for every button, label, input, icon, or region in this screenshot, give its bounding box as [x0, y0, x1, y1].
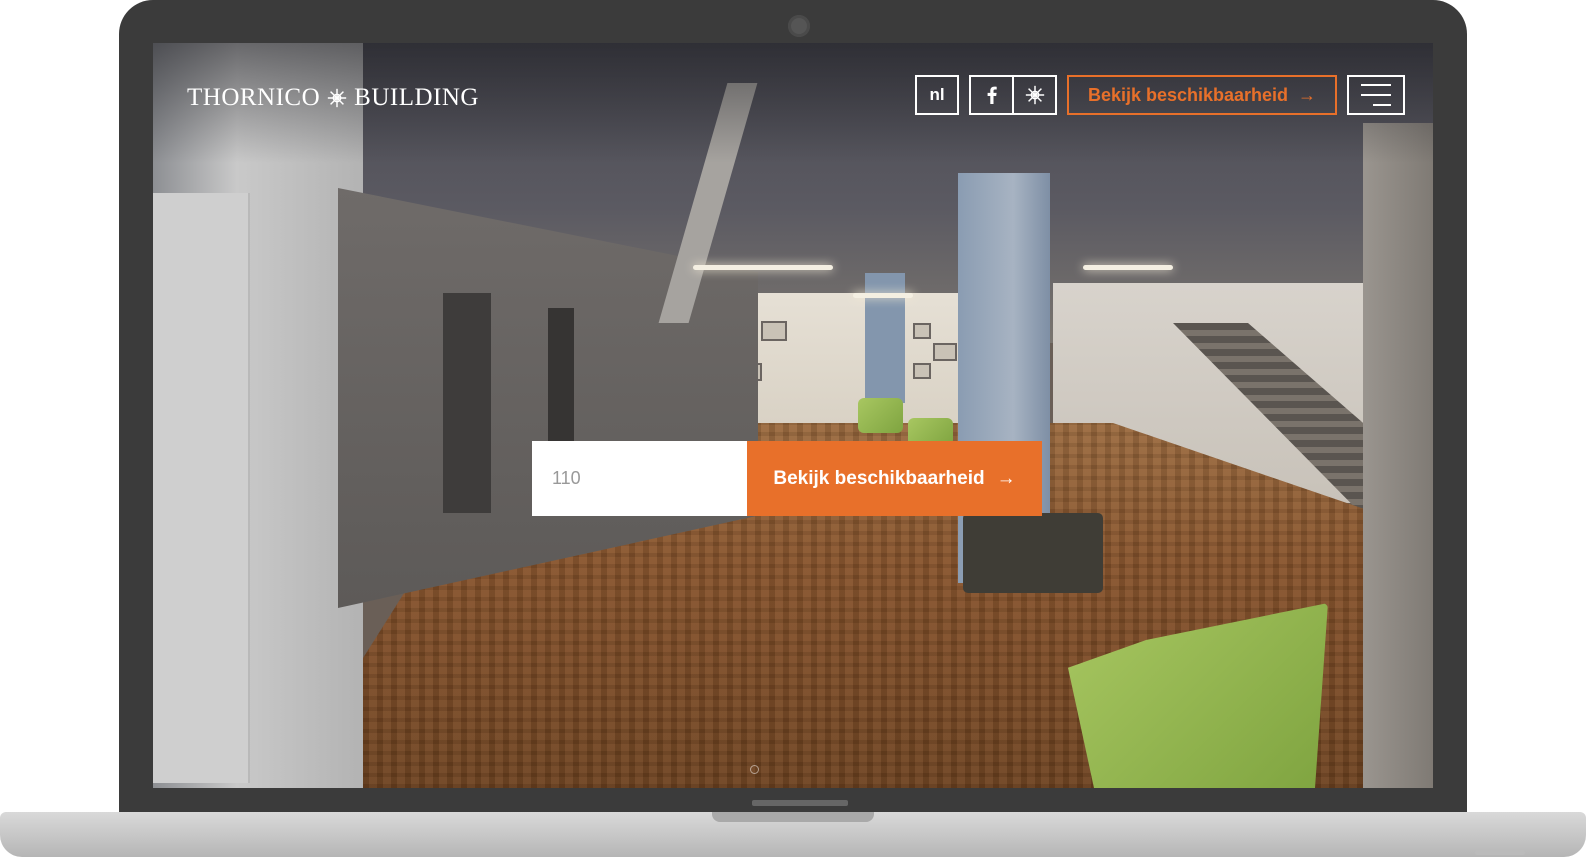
ceiling-light: [1083, 265, 1173, 270]
header-cta-label: Bekijk beschikbaarheid: [1087, 84, 1289, 105]
wall-frame: [933, 343, 957, 361]
language-switch-button[interactable]: nl: [915, 75, 959, 115]
arrow-right-icon: →: [996, 467, 1016, 489]
availability-input[interactable]: [532, 441, 747, 516]
snowflake-emblem-icon: [1025, 85, 1044, 105]
language-label: nl: [929, 85, 945, 104]
logo-text-left: THORNICO: [187, 84, 321, 111]
webcam-icon: [788, 15, 810, 37]
logo-text-right: BUILDING: [354, 84, 479, 111]
elevator-door: [443, 293, 491, 513]
ceiling-light: [853, 293, 913, 298]
facebook-icon: [987, 86, 997, 104]
green-chair: [858, 398, 903, 433]
scroll-indicator[interactable]: [750, 765, 759, 774]
pillar: [1363, 123, 1433, 788]
menu-line: [1373, 104, 1391, 106]
arrow-right-icon: →: [1298, 84, 1317, 105]
hamburger-menu-button[interactable]: [1347, 75, 1405, 115]
menu-line: [1361, 84, 1391, 86]
check-availability-button[interactable]: Bekijk beschikbaarheid →: [747, 441, 1042, 516]
ceiling-light: [693, 265, 833, 270]
check-availability-header-button[interactable]: Bekijk beschikbaarheid →: [1067, 75, 1337, 115]
availability-form: Bekijk beschikbaarheid →: [532, 441, 1042, 516]
dark-chair: [963, 513, 1103, 593]
laptop-hinge: [752, 800, 848, 806]
social-links: [969, 75, 1057, 115]
emblem-link[interactable]: [1012, 77, 1055, 113]
facebook-link[interactable]: [971, 77, 1012, 113]
laptop-notch: [712, 812, 874, 822]
laptop-foot: [1475, 850, 1525, 855]
wall-frame: [913, 363, 931, 379]
left-door: [153, 193, 250, 783]
availability-button-label: Bekijk beschikbaarheid: [773, 467, 985, 489]
lobby-hero-image: [153, 43, 1433, 788]
menu-line: [1361, 94, 1391, 96]
wall-frame: [761, 321, 787, 341]
snowflake-emblem-icon: [328, 88, 347, 108]
site-logo[interactable]: THORNICO BUILDING: [187, 84, 479, 112]
header-actions: nl Bekijk beschikbaarheid →: [915, 75, 1405, 115]
wall-frame: [913, 323, 931, 339]
website-screen: THORNICO BUILDING nl Bekijk beschikbaarh…: [153, 43, 1433, 788]
